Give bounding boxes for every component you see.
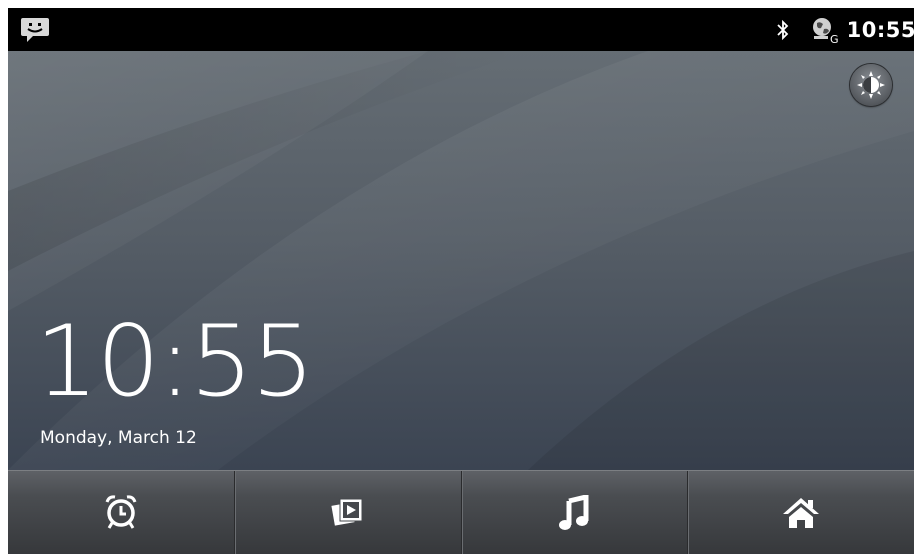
gallery-slideshow-icon (331, 498, 363, 526)
status-time: 10:55 (846, 17, 914, 42)
alarm-clock-icon (105, 495, 137, 529)
music-button[interactable] (462, 471, 689, 554)
globe-g-icon: G (812, 17, 839, 44)
screen: G 10:55 10:55 Monday, March 12 (8, 8, 914, 554)
brightness-icon (857, 71, 885, 99)
music-note-icon (559, 495, 589, 530)
home-button[interactable] (688, 471, 914, 554)
desk-clock-background: 10:55 Monday, March 12 (8, 51, 914, 470)
clock-time: 10:55 (35, 305, 315, 419)
bluetooth-icon (777, 19, 788, 40)
home-icon (783, 498, 820, 528)
svg-text:G: G (830, 33, 839, 44)
status-icons: G 10:55 (775, 8, 914, 51)
gallery-button[interactable] (235, 471, 462, 554)
status-bar: G 10:55 (8, 8, 914, 51)
alarm-button[interactable] (8, 471, 235, 554)
brightness-button[interactable] (850, 64, 892, 106)
chat-smiley-icon[interactable] (20, 16, 50, 44)
clock-date: Monday, March 12 (40, 428, 197, 448)
nav-bar (8, 470, 914, 554)
